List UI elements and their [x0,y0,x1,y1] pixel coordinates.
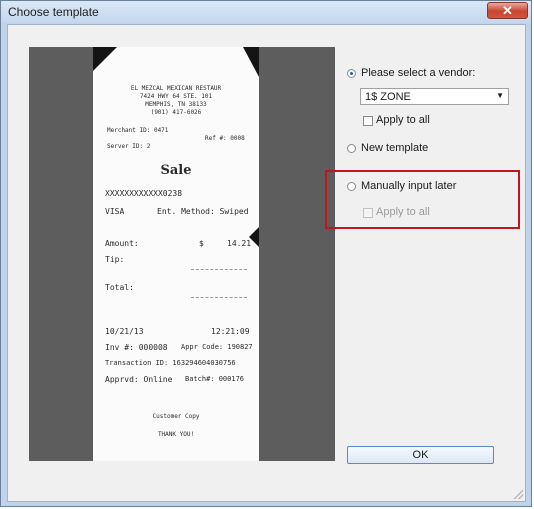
receipt-amount-currency: $ [199,239,204,248]
resize-grip[interactable] [513,489,523,499]
receipt-card-type: VISA [105,207,125,216]
receipt-server: Server ID: 2 [107,143,151,150]
receipt-ref: Ref #: 0008 [205,135,245,142]
receipt-tip-label: Tip: [105,255,125,264]
receipt-image: EL MEZCAL MEXICAN RESTAUR 7424 HWY 64 ST… [93,47,259,461]
receipt-header-2: 7424 HWY 64 STE. 101 [139,93,213,100]
highlight-box [325,170,520,229]
ok-button[interactable]: OK [347,446,494,464]
receipt-card-number: XXXXXXXXXXXX0238 [105,189,183,198]
vendor-dropdown[interactable]: 1$ ZONE ▼ [360,88,509,105]
close-button[interactable]: ✕ [487,2,528,19]
chevron-down-icon: ▼ [496,91,504,100]
receipt-entry-method: Ent. Method: Swiped [157,207,249,216]
receipt-merchant: Merchant ID: 0471 [107,127,169,134]
receipt-total-rule [191,297,247,298]
receipt-batch: Batch#: 000176 [185,375,245,383]
receipt-amount-value: 14.21 [227,239,252,248]
new-template-label[interactable]: New template [361,142,428,154]
receipt-header-4: (901) 417-6026 [150,109,202,116]
choose-template-window: Choose template ✕ EL MEZCAL MEXICAN REST… [0,0,532,507]
receipt-tip-rule [191,269,247,270]
receipt-thank-you: THANK YOU! [157,431,195,438]
scan-corner-top-left [93,47,117,71]
new-template-radio[interactable] [347,144,356,153]
receipt-apprvd: Apprvd: Online [105,375,173,384]
receipt-time: 12:21:09 [211,327,250,336]
dialog-body: EL MEZCAL MEXICAN RESTAUR 7424 HWY 64 ST… [7,24,526,502]
receipt-header-3: MEMPHIS, TN 38133 [145,101,207,108]
receipt-header-1: EL MEZCAL MEXICAN RESTAUR [130,85,222,92]
apply-to-all-checkbox[interactable] [363,116,373,126]
apply-to-all-label[interactable]: Apply to all [376,114,430,126]
vendor-dropdown-value: 1$ ZONE [365,91,411,103]
receipt-total-label: Total: [105,283,134,292]
title-bar[interactable]: Choose template ✕ [1,1,531,23]
receipt-customer-copy: Customer Copy [152,413,200,420]
receipt-sale-title: Sale [160,163,192,178]
receipt-appr-code: Appr Code: 190827 [181,343,253,351]
close-icon: ✕ [502,3,513,18]
manually-input-radio[interactable] [347,182,356,191]
receipt-date: 10/21/13 [105,327,144,336]
receipt-amount-label: Amount: [105,239,139,248]
apply-to-all-disabled-label: Apply to all [376,206,430,218]
apply-to-all-disabled-checkbox [363,208,373,218]
receipt-preview: EL MEZCAL MEXICAN RESTAUR 7424 HWY 64 ST… [29,47,335,461]
receipt-inv: Inv #: 000008 [105,343,168,352]
scan-corner-top-right [243,47,259,77]
select-vendor-radio[interactable] [347,69,356,78]
window-title: Choose template [8,5,99,19]
manually-input-label[interactable]: Manually input later [361,180,456,192]
receipt-transaction: Transaction ID: 163294604030756 [105,359,236,367]
select-vendor-label[interactable]: Please select a vendor: [361,67,475,79]
